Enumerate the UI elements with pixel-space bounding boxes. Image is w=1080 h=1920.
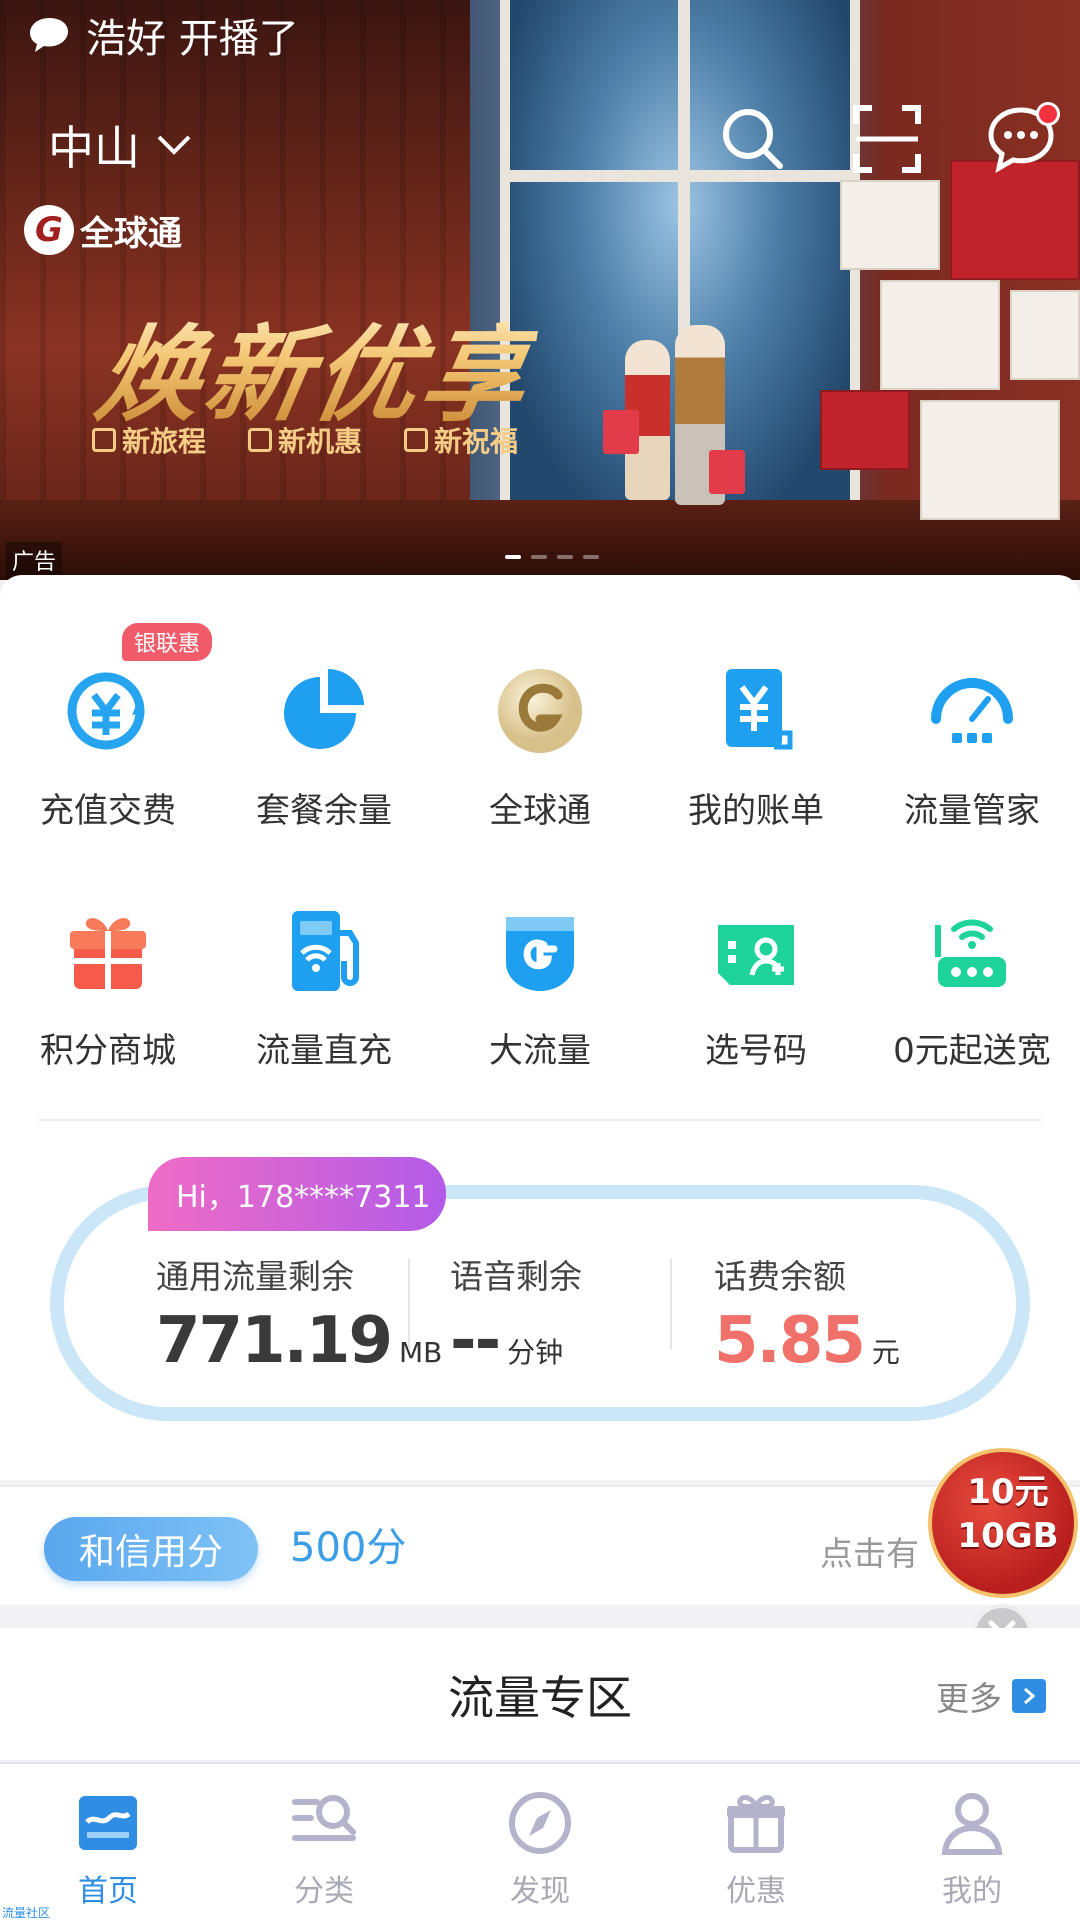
- banner-tag: 新旅程: [92, 420, 206, 460]
- service-global-pass[interactable]: 全球通: [432, 663, 648, 863]
- tab-offers[interactable]: 优惠: [648, 1764, 864, 1920]
- search-button[interactable]: [718, 104, 788, 174]
- search-icon: [723, 109, 783, 169]
- banner-tags: 新旅程 新机惠 新祝福: [92, 420, 518, 460]
- home-icon: [79, 1796, 137, 1850]
- credit-score-value: 500分: [290, 1525, 407, 1571]
- credit-score-link[interactable]: 点击有: [820, 1527, 919, 1575]
- balance-value: 5.85: [714, 1304, 866, 1378]
- city-selector[interactable]: 中山: [48, 112, 192, 178]
- main-card: 充值交费 银联惠 套餐余量 全球通 我的账单 流量管家 积分商城 流量直充 大流…: [0, 575, 1080, 1605]
- unread-dot: [1036, 102, 1060, 126]
- global-pass-icon: [492, 663, 588, 759]
- floating-promo[interactable]: 10元 10GB: [928, 1448, 1080, 1598]
- category-icon: [292, 1795, 356, 1841]
- service-choose-number[interactable]: 选号码: [648, 903, 864, 1103]
- data-zone-section: 流量专区 更多: [0, 1628, 1080, 1760]
- scan-button[interactable]: [852, 104, 922, 174]
- gift-box-icon: [727, 1795, 785, 1853]
- service-big-data[interactable]: 大流量: [432, 903, 648, 1103]
- data-remaining[interactable]: 通用流量剩余 771.19 MB: [156, 1250, 442, 1378]
- plane-icon: [92, 428, 116, 452]
- service-recharge[interactable]: 充值交费: [0, 663, 216, 863]
- greeting-tag: Hi，178****7311: [148, 1157, 446, 1231]
- more-link[interactable]: 更多: [936, 1672, 1046, 1720]
- user-icon: [941, 1793, 1003, 1855]
- big-data-icon: [492, 903, 588, 999]
- credit-score-row[interactable]: 和信用分 500分 点击有: [0, 1485, 1080, 1605]
- service-plan-balance[interactable]: 套餐余量: [216, 663, 432, 863]
- sim-card-icon: [708, 903, 804, 999]
- global-pass-logo-icon: G: [24, 205, 74, 255]
- tab-mine[interactable]: 我的: [864, 1764, 1080, 1920]
- tab-discover[interactable]: 发现: [432, 1764, 648, 1920]
- section-divider: [38, 1119, 1042, 1121]
- section-title: 流量专区: [448, 1671, 632, 1725]
- chevron-down-icon: [157, 135, 191, 155]
- cake-icon: [404, 428, 429, 452]
- scan-icon: [853, 105, 921, 173]
- recharge-icon: [60, 663, 156, 759]
- notification-text: 浩好 开播了: [86, 16, 299, 62]
- service-my-bill[interactable]: 我的账单: [648, 663, 864, 863]
- pie-chart-icon: [276, 663, 372, 759]
- city-label: 中山: [48, 121, 140, 175]
- gift-icon: [60, 903, 156, 999]
- router-icon: [924, 903, 1020, 999]
- banner-tag: 新祝福: [404, 420, 518, 460]
- compass-icon: [509, 1792, 571, 1854]
- service-broadband[interactable]: 0元起送宽: [864, 903, 1080, 1103]
- community-link[interactable]: 流量社区: [2, 1904, 50, 1920]
- app-screen: 浩好 开播了 中山 G 全球通 焕新优享 新旅程 新机惠 新祝福 广告 充值交费…: [0, 0, 1080, 1920]
- voice-remaining[interactable]: 语音剩余 -- 分钟: [450, 1250, 582, 1378]
- credit-score-badge: 和信用分: [44, 1517, 258, 1581]
- banner-tag: 新机惠: [248, 420, 362, 460]
- tab-home[interactable]: 首页: [0, 1764, 216, 1920]
- service-points-mall[interactable]: 积分商城: [0, 903, 216, 1103]
- voice-value: --: [450, 1304, 501, 1378]
- data-value: 771.19: [156, 1304, 393, 1378]
- chevron-right-icon: [1012, 1679, 1046, 1713]
- bill-icon: [708, 663, 804, 759]
- brand-logo: G 全球通: [24, 205, 182, 255]
- promo-banner[interactable]: 浩好 开播了 中山 G 全球通 焕新优享 新旅程 新机惠 新祝福 广告: [0, 0, 1080, 580]
- banner-gifts-art: [820, 160, 1080, 540]
- union-pay-badge: 银联惠: [122, 623, 213, 661]
- banner-couple-art: [603, 325, 745, 540]
- phone-icon: [248, 428, 273, 452]
- live-notification[interactable]: 浩好 开播了: [28, 6, 299, 64]
- bottom-tab-bar: 首页 分类 发现 优惠 我的: [0, 1762, 1080, 1920]
- fuel-pump-icon: [276, 903, 372, 999]
- service-data-manager[interactable]: 流量管家: [864, 663, 1080, 863]
- tab-category[interactable]: 分类: [216, 1764, 432, 1920]
- service-data-topup[interactable]: 流量直充: [216, 903, 432, 1103]
- carousel-indicator: [505, 555, 599, 559]
- messages-button[interactable]: [986, 102, 1060, 174]
- ad-label: 广告: [6, 542, 63, 578]
- speedometer-icon: [924, 663, 1020, 759]
- banner-title: 焕新优享: [87, 290, 546, 441]
- chat-bubble-icon: [30, 18, 68, 52]
- phone-balance[interactable]: 话费余额 5.85 元: [714, 1250, 900, 1378]
